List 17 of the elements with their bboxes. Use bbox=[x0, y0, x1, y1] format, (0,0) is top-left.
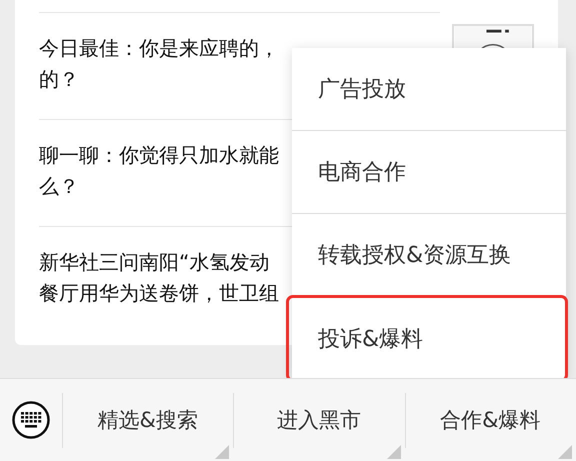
menu-tab[interactable]: 合作&爆料 bbox=[404, 378, 576, 461]
menu-item[interactable]: 广告投放 bbox=[292, 48, 566, 131]
article-title: 聊一聊：你觉得只加水就能 bbox=[39, 142, 280, 169]
article-title: 么？ bbox=[39, 173, 80, 200]
menu-item[interactable]: 投诉&爆料 bbox=[288, 297, 566, 380]
corner-triangle-icon bbox=[386, 444, 401, 458]
article-title: 餐厅用华为送卷饼，世卫组 bbox=[39, 280, 280, 307]
corner-triangle-icon bbox=[558, 444, 572, 458]
menu-tab[interactable]: 进入黑市 bbox=[233, 378, 405, 461]
menu-item[interactable]: 电商合作 bbox=[292, 131, 566, 214]
article-title: 的？ bbox=[39, 66, 80, 93]
article-title: 今日最佳：你是来应聘的， bbox=[39, 35, 280, 62]
menu-tab[interactable]: 精选&搜索 bbox=[62, 378, 234, 461]
article-title: 新华社三问南阳“水氢发动 bbox=[39, 249, 270, 276]
keyboard-icon[interactable] bbox=[12, 401, 50, 439]
menu-item[interactable]: 转载授权&资源互换 bbox=[292, 214, 566, 297]
corner-triangle-icon bbox=[215, 444, 230, 458]
